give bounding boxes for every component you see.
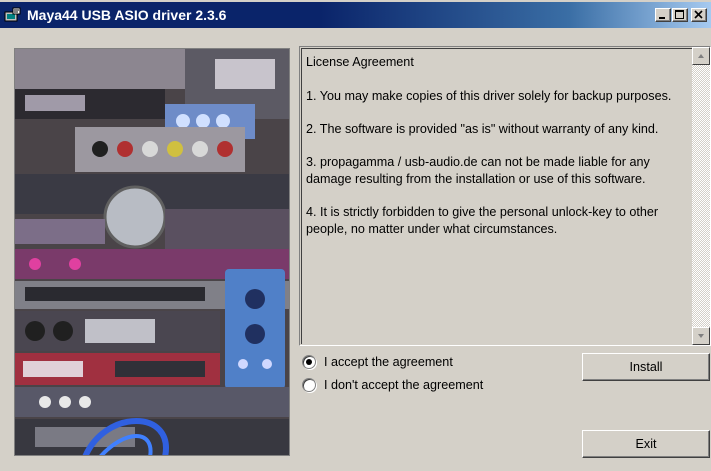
accept-option[interactable]: I accept the agreement [302,355,453,369]
maximize-button[interactable] [672,8,688,22]
exit-button[interactable]: Exit [582,430,710,458]
license-clause-2: 2. The software is provided "as is" with… [306,122,659,136]
minimize-icon [659,17,665,19]
radio-selected-dot [306,359,312,365]
installer-icon [4,7,21,22]
accept-radio[interactable] [302,355,316,369]
installer-window: Maya44 USB ASIO driver 2.3.6 License Agr… [0,0,711,471]
minimize-button[interactable] [655,8,671,22]
decline-option[interactable]: I don't accept the agreement [302,378,483,392]
scroll-up-button[interactable] [692,47,710,65]
decline-radio[interactable] [302,378,316,392]
license-text: License Agreement 1. You may make copies… [306,54,686,254]
close-button[interactable] [691,8,707,22]
license-clause-4: 4. It is strictly forbidden to give the … [306,205,659,236]
maximize-icon [675,10,684,19]
installer-artwork [14,48,290,456]
license-scrollbar[interactable] [692,47,710,345]
license-heading: License Agreement [306,55,414,69]
license-text-box[interactable]: License Agreement 1. You may make copies… [299,46,711,346]
license-clause-3: 3. propagamma / usb-audio.de can not be … [306,155,650,186]
scroll-down-button[interactable] [692,327,710,345]
title-bar[interactable]: Maya44 USB ASIO driver 2.3.6 [0,2,711,28]
audio-gear-collage-image [15,49,289,455]
install-button[interactable]: Install [582,353,710,381]
close-icon [694,10,703,19]
window-title: Maya44 USB ASIO driver 2.3.6 [27,7,227,23]
scroll-down-arrow-icon [698,334,704,338]
decline-label: I don't accept the agreement [324,378,484,392]
license-viewport: License Agreement 1. You may make copies… [301,48,692,344]
scroll-up-arrow-icon [698,54,704,58]
accept-label: I accept the agreement [324,355,453,369]
license-clause-1: 1. You may make copies of this driver so… [306,89,672,103]
